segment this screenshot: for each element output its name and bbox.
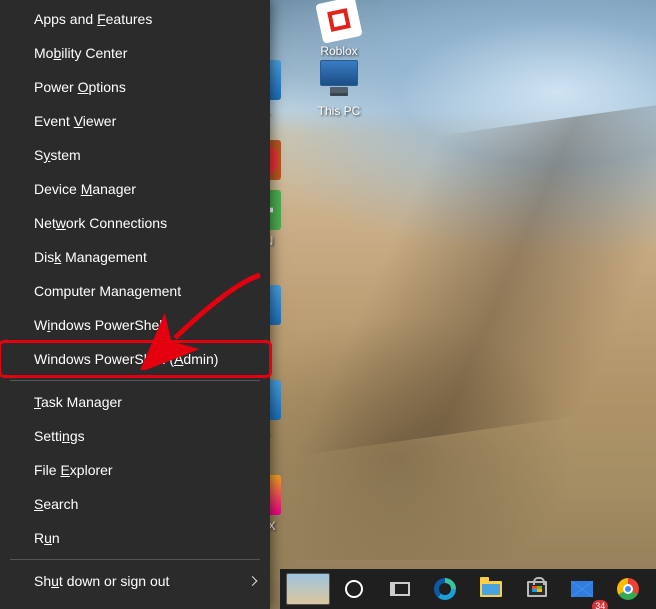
- menu-item-label: Task Manager: [34, 394, 122, 410]
- menu-item-system[interactable]: System: [0, 138, 270, 172]
- menu-item-network-connections[interactable]: Network Connections: [0, 206, 270, 240]
- menu-item-search[interactable]: Search: [0, 487, 270, 521]
- menu-item-label: Apps and Features: [34, 11, 152, 27]
- cortana-button[interactable]: [332, 569, 376, 609]
- edge-button[interactable]: [423, 569, 467, 609]
- menu-item-settings[interactable]: Settings: [0, 419, 270, 453]
- taskbar[interactable]: 34: [280, 569, 656, 609]
- cortana-icon: [345, 580, 363, 598]
- menu-separator: [10, 559, 260, 560]
- menu-separator: [10, 380, 260, 381]
- chrome-button[interactable]: [606, 569, 650, 609]
- menu-item-label: Power Options: [34, 79, 126, 95]
- menu-item-label: Device Manager: [34, 181, 136, 197]
- desktop-icon-label: This PC: [300, 104, 378, 118]
- menu-item-label: Windows PowerShell (Admin): [34, 351, 218, 367]
- menu-item-disk-management[interactable]: Disk Management: [0, 240, 270, 274]
- menu-item-label: Event Viewer: [34, 113, 116, 129]
- menu-item-event-viewer[interactable]: Event Viewer: [0, 104, 270, 138]
- menu-item-apps-features[interactable]: Apps and Features: [0, 2, 270, 36]
- task-view-icon: [390, 582, 410, 596]
- thispc-icon: [316, 60, 362, 102]
- menu-item-label: File Explorer: [34, 462, 113, 478]
- menu-item-label: Mobility Center: [34, 45, 127, 61]
- menu-item-windows-powershell[interactable]: Windows PowerShell: [0, 308, 270, 342]
- menu-item-shutdown-signout[interactable]: Shut down or sign out: [0, 564, 270, 598]
- menu-item-computer-management[interactable]: Computer Management: [0, 274, 270, 308]
- menu-item-file-explorer[interactable]: File Explorer: [0, 453, 270, 487]
- menu-item-label: Shut down or sign out: [34, 573, 169, 589]
- menu-item-mobility-center[interactable]: Mobility Center: [0, 36, 270, 70]
- winx-quicklink-menu[interactable]: Apps and Features Mobility Center Power Op…: [0, 0, 270, 609]
- mail-button[interactable]: 34: [561, 569, 605, 609]
- menu-item-device-manager[interactable]: Device Manager: [0, 172, 270, 206]
- mail-badge: 34: [592, 600, 608, 609]
- edge-icon: [434, 578, 456, 600]
- menu-item-run[interactable]: Run: [0, 521, 270, 555]
- menu-item-power-options[interactable]: Power Options: [0, 70, 270, 104]
- menu-item-label: Windows PowerShell: [34, 317, 166, 333]
- menu-item-windows-powershell-admin[interactable]: Windows PowerShell (Admin): [0, 342, 270, 376]
- roblox-icon: [316, 0, 362, 42]
- store-icon: [527, 581, 547, 597]
- menu-item-task-manager[interactable]: Task Manager: [0, 385, 270, 419]
- menu-item-label: Settings: [34, 428, 85, 444]
- menu-item-label: System: [34, 147, 81, 163]
- desktop-icon-label: Roblox: [300, 44, 378, 58]
- ms-store-button[interactable]: [515, 569, 559, 609]
- folder-icon: [480, 581, 502, 597]
- mail-icon: [571, 581, 593, 597]
- taskbar-thumbnail[interactable]: [286, 569, 330, 609]
- menu-item-label: Computer Management: [34, 283, 181, 299]
- menu-item-label: Network Connections: [34, 215, 167, 231]
- desktop-icon-thispc[interactable]: This PC: [300, 58, 378, 118]
- menu-item-label: Search: [34, 496, 78, 512]
- menu-item-label: Run: [34, 530, 60, 546]
- menu-item-label: Disk Management: [34, 249, 147, 265]
- menu-item-desktop[interactable]: Desktop: [0, 598, 270, 609]
- file-explorer-button[interactable]: [469, 569, 513, 609]
- task-view-button[interactable]: [378, 569, 422, 609]
- chrome-icon: [617, 578, 639, 600]
